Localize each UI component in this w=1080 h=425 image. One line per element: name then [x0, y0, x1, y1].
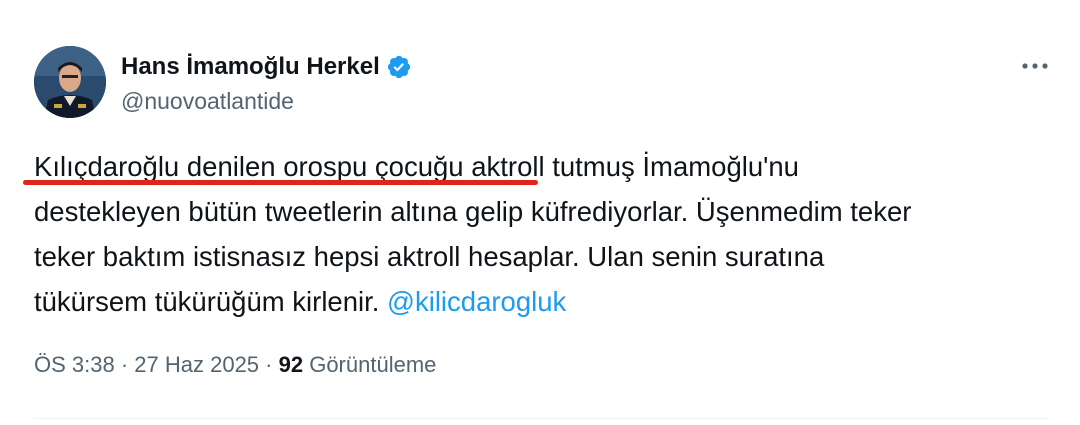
tweet-text: Kılıçdaroğlu denilen orospu çocuğu aktro…	[34, 144, 1054, 324]
author-display-name[interactable]: Hans İmamoğlu Herkel	[121, 53, 380, 81]
avatar-image	[34, 46, 106, 118]
separator: ·	[114, 352, 135, 377]
red-underline-annotation	[23, 180, 538, 185]
divider	[34, 418, 1050, 419]
tweet-metadata: ÖS 3:38 · 27 Haz 2025 · 92 Görüntüleme	[34, 352, 436, 378]
mention-link[interactable]: @kilicdarogluk	[387, 286, 566, 317]
avatar[interactable]	[34, 46, 106, 118]
tweet-date[interactable]: 27 Haz 2025	[134, 352, 259, 377]
tweet-line: teker baktım istisnasız hepsi aktroll he…	[34, 241, 825, 272]
views-label: Görüntüleme	[303, 352, 437, 377]
more-options-icon[interactable]	[1020, 55, 1050, 77]
separator: ·	[259, 352, 279, 377]
author-name-row: Hans İmamoğlu Herkel	[121, 50, 412, 84]
tweet-line-text: tükürsem tükürüğüm kirlenir.	[34, 286, 388, 317]
tweet-line: destekleyen bütün tweetlerin altına geli…	[34, 196, 912, 227]
tweet-time[interactable]: ÖS 3:38	[34, 352, 115, 377]
tweet-card: Hans İmamoğlu Herkel @nuovoatlantide Kıl…	[0, 0, 1080, 425]
tweet-line: tükürsem tükürüğüm kirlenir. @kilicdarog…	[34, 279, 1054, 324]
views-count: 92	[278, 352, 304, 377]
verified-badge-icon	[387, 55, 410, 79]
author-handle[interactable]: @nuovoatlantide	[121, 88, 294, 115]
